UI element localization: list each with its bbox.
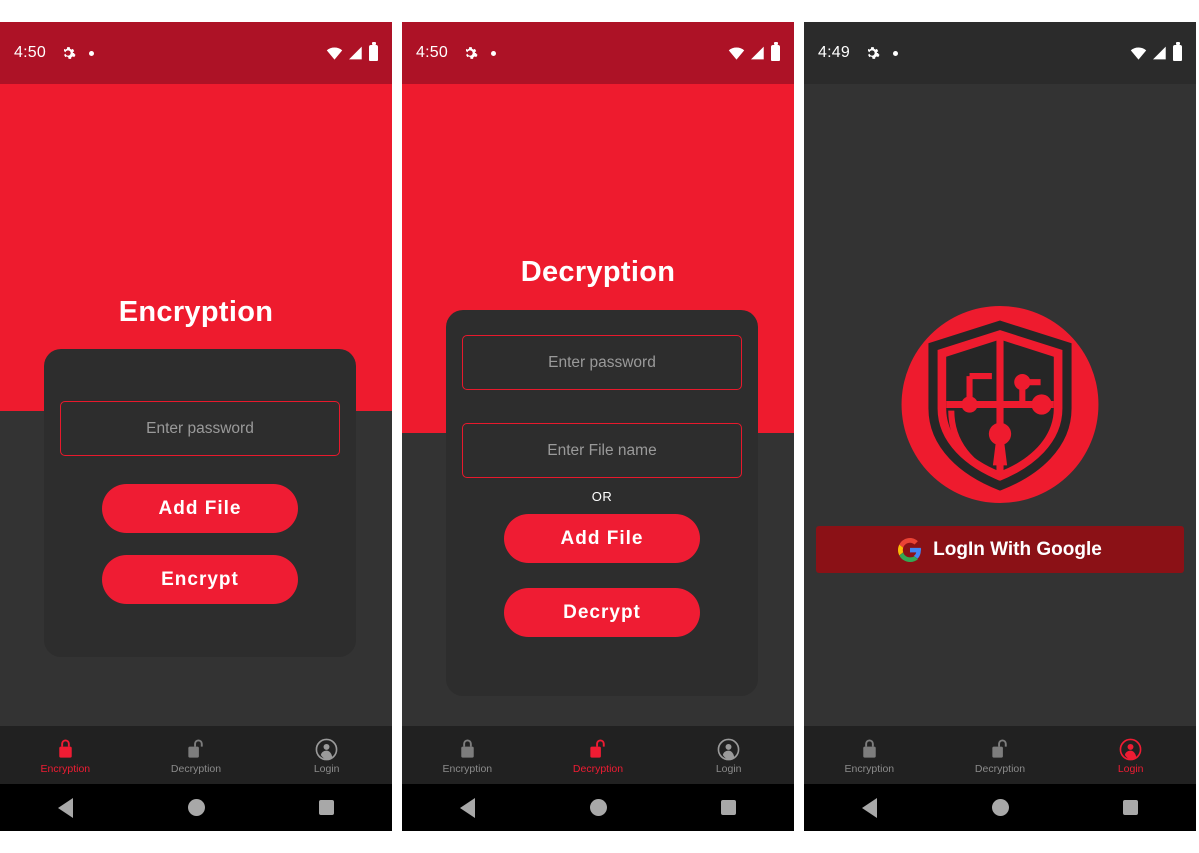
password-input[interactable] bbox=[462, 335, 742, 390]
nav-home-button[interactable] bbox=[131, 799, 262, 816]
triangle-back-icon bbox=[459, 797, 475, 818]
android-nav-bar bbox=[0, 784, 392, 831]
circle-home-icon bbox=[589, 799, 607, 816]
tab-decryption[interactable]: Decryption bbox=[533, 735, 664, 775]
screen-body-decryption: Decryption OR Add File Decrypt bbox=[402, 84, 794, 772]
file-name-input[interactable] bbox=[462, 423, 742, 478]
encryption-card: Add File Encrypt bbox=[44, 349, 356, 657]
add-file-button[interactable]: Add File bbox=[102, 484, 298, 533]
status-icons bbox=[326, 42, 378, 61]
tab-decryption-label: Decryption bbox=[974, 763, 1026, 776]
screenshot-board: 4:50 Encryption Add File Encryp bbox=[0, 0, 1199, 853]
status-bar: 4:50 bbox=[0, 22, 392, 84]
encrypt-button[interactable]: Encrypt bbox=[102, 555, 298, 604]
screen-body-login: LogIn With Google bbox=[804, 84, 1196, 772]
tab-encryption-label: Encryption bbox=[40, 763, 91, 776]
nav-back-button[interactable] bbox=[804, 797, 935, 818]
wifi-icon bbox=[1130, 46, 1147, 60]
gear-icon bbox=[462, 45, 478, 61]
circle-home-icon bbox=[187, 799, 205, 816]
tab-decryption[interactable]: Decryption bbox=[935, 735, 1066, 775]
square-recents-icon bbox=[1123, 800, 1139, 815]
account-circle-icon bbox=[315, 735, 338, 761]
phone-screen-decryption: 4:50 Decryption OR Add bbox=[402, 22, 794, 831]
lock-open-icon bbox=[185, 735, 208, 761]
google-g-icon bbox=[898, 537, 922, 562]
or-divider-label: OR bbox=[591, 489, 613, 504]
square-recents-icon bbox=[319, 800, 335, 815]
nav-back-button[interactable] bbox=[0, 797, 131, 818]
nav-home-button[interactable] bbox=[935, 799, 1066, 816]
nav-home-button[interactable] bbox=[533, 799, 664, 816]
nav-back-button[interactable] bbox=[402, 797, 533, 818]
decryption-card: OR Add File Decrypt bbox=[446, 310, 758, 696]
tab-login[interactable]: Login bbox=[1065, 735, 1196, 775]
tab-encryption[interactable]: Encryption bbox=[804, 735, 935, 775]
status-icons bbox=[728, 42, 780, 61]
circle-home-icon bbox=[991, 799, 1009, 816]
status-bar: 4:50 bbox=[402, 22, 794, 84]
tab-login-label: Login bbox=[313, 763, 340, 776]
tab-encryption-label: Encryption bbox=[442, 763, 493, 776]
wifi-icon bbox=[728, 46, 745, 60]
tab-encryption[interactable]: Encryption bbox=[402, 735, 533, 775]
login-with-google-label: LogIn With Google bbox=[933, 538, 1102, 560]
dot-icon bbox=[892, 50, 898, 56]
status-time: 4:49 bbox=[818, 44, 850, 61]
battery-icon bbox=[771, 42, 780, 61]
tab-login[interactable]: Login bbox=[663, 735, 794, 775]
page-title: Decryption bbox=[520, 256, 676, 288]
account-circle-icon bbox=[1119, 735, 1142, 761]
decrypt-button[interactable]: Decrypt bbox=[504, 588, 700, 637]
triangle-back-icon bbox=[861, 797, 877, 818]
bottom-tab-bar: Encryption Decryption Login bbox=[804, 726, 1196, 784]
phone-screen-login: 4:49 LogIn With Google Encryption Decryp… bbox=[804, 22, 1196, 831]
triangle-back-icon bbox=[57, 797, 73, 818]
tab-decryption-label: Decryption bbox=[170, 763, 222, 776]
dot-icon bbox=[88, 50, 94, 56]
gear-icon bbox=[864, 45, 880, 61]
tab-encryption[interactable]: Encryption bbox=[0, 735, 131, 775]
status-icons bbox=[1130, 42, 1182, 61]
login-with-google-button[interactable]: LogIn With Google bbox=[816, 526, 1184, 573]
battery-icon bbox=[369, 42, 378, 61]
nav-recents-button[interactable] bbox=[1065, 800, 1196, 815]
lock-open-icon bbox=[989, 735, 1012, 761]
status-time: 4:50 bbox=[416, 44, 448, 61]
lock-open-icon bbox=[587, 735, 610, 761]
android-nav-bar bbox=[804, 784, 1196, 831]
tab-decryption[interactable]: Decryption bbox=[131, 735, 262, 775]
signal-icon bbox=[750, 46, 766, 60]
bottom-tab-bar: Encryption Decryption Login bbox=[402, 726, 794, 784]
lock-closed-icon bbox=[456, 735, 479, 761]
gear-icon bbox=[60, 45, 76, 61]
signal-icon bbox=[348, 46, 364, 60]
bottom-tab-bar: Encryption Decryption Login bbox=[0, 726, 392, 784]
lock-closed-icon bbox=[858, 735, 881, 761]
nav-recents-button[interactable] bbox=[261, 800, 392, 815]
page-title: Encryption bbox=[118, 296, 274, 328]
account-circle-icon bbox=[717, 735, 740, 761]
add-file-button[interactable]: Add File bbox=[504, 514, 700, 563]
screen-body-encryption: Encryption Add File Encrypt bbox=[0, 84, 392, 772]
app-logo-shield-icon bbox=[899, 303, 1102, 511]
nav-recents-button[interactable] bbox=[663, 800, 794, 815]
tab-decryption-label: Decryption bbox=[572, 763, 624, 776]
phone-screen-encryption: 4:50 Encryption Add File Encryp bbox=[0, 22, 392, 831]
tab-login-label: Login bbox=[1117, 763, 1144, 776]
password-input[interactable] bbox=[60, 401, 340, 456]
dot-icon bbox=[490, 50, 496, 56]
android-nav-bar bbox=[402, 784, 794, 831]
square-recents-icon bbox=[721, 800, 737, 815]
signal-icon bbox=[1152, 46, 1168, 60]
battery-icon bbox=[1173, 42, 1182, 61]
status-bar: 4:49 bbox=[804, 22, 1196, 84]
tab-login[interactable]: Login bbox=[261, 735, 392, 775]
status-time: 4:50 bbox=[14, 44, 46, 61]
tab-login-label: Login bbox=[715, 763, 742, 776]
lock-closed-icon bbox=[54, 735, 77, 761]
wifi-icon bbox=[326, 46, 343, 60]
tab-encryption-label: Encryption bbox=[844, 763, 895, 776]
